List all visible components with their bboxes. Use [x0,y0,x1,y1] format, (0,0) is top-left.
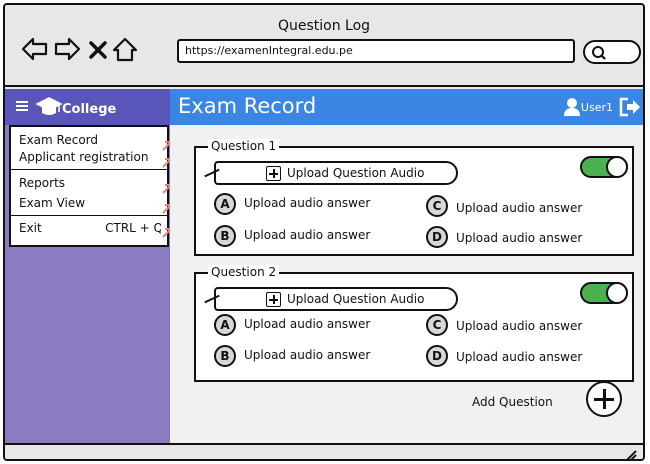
menu-item-exit-label: Exit [19,221,42,235]
answer-letter-badge: D [426,345,448,367]
menu-item-exam-view[interactable]: Exam View [19,196,161,210]
toggle-knob [606,156,628,178]
plus-icon [266,166,281,181]
menu-divider [11,169,167,170]
sidebar-header: College [5,89,170,125]
question-title: Question 2 [208,265,280,279]
logout-icon[interactable] [619,97,641,117]
question-card: Question 1 Upload Question Audio A Uploa… [194,139,634,256]
answer-letter-badge: B [214,225,236,247]
add-question-label: Add Question [472,395,553,409]
search-field[interactable] [583,40,641,64]
answer-label: Upload audio answer [456,350,583,364]
menu-divider [11,215,167,216]
upload-question-audio-button[interactable]: Upload Question Audio [214,161,458,185]
answer-label: Upload audio answer [244,228,371,242]
graduation-cap-icon [35,97,63,115]
navigation-menu: Exam Record Applicant registration Repor… [9,125,172,247]
answer-letter-badge: A [214,193,236,215]
window-title: Question Log [277,18,371,34]
browser-toolbar: Question Log https://examenIntegral.edu.… [5,5,643,87]
page-title: Exam Record [178,94,317,118]
address-bar[interactable]: https://examenIntegral.edu.pe [177,39,575,63]
add-question-button[interactable] [586,381,622,417]
answer-label: Upload audio answer [244,348,371,362]
question-enabled-toggle[interactable] [580,156,628,178]
answer-label: Upload audio answer [456,319,583,333]
forward-arrow-icon[interactable] [53,35,81,63]
answer-letter-badge: C [426,314,448,336]
answer-letter-badge: C [426,195,448,217]
menu-item-reports[interactable]: Reports [19,176,161,190]
answer-label: Upload audio answer [244,317,371,331]
upload-question-audio-button[interactable]: Upload Question Audio [214,287,458,311]
upload-answer-d-button[interactable]: D Upload audio answer [426,345,616,367]
upload-answer-b-button[interactable]: B Upload audio answer [214,345,404,367]
menu-item-applicant-registration[interactable]: Applicant registration [19,150,161,164]
upload-answer-d-button[interactable]: D Upload audio answer [426,226,616,248]
browser-window: Question Log https://examenIntegral.edu.… [3,3,645,461]
status-bar [5,443,643,461]
upload-answer-c-button[interactable]: C Upload audio answer [426,195,616,217]
menu-item-exam-record[interactable]: Exam Record [19,133,161,147]
answer-label: Upload audio answer [456,231,583,245]
upload-answer-a-button[interactable]: A Upload audio answer [214,314,404,336]
upload-question-audio-label: Upload Question Audio [287,292,425,306]
back-arrow-icon[interactable] [21,35,49,63]
exit-shortcut: CTRL + Q [105,221,161,235]
upload-answer-c-button[interactable]: C Upload audio answer [426,314,616,336]
menu-item-exit[interactable]: Exit CTRL + Q [19,221,161,235]
sidebar: College Exam Record Applicant registrati… [5,89,172,443]
user-icon [564,98,580,116]
home-icon[interactable] [111,35,139,63]
search-icon [592,46,606,60]
main-content: Question 1 Upload Question Audio A Uploa… [170,125,643,443]
answer-letter-badge: B [214,345,236,367]
answer-letter-badge: A [214,314,236,336]
upload-answer-b-button[interactable]: B Upload audio answer [214,225,404,247]
question-title: Question 1 [208,139,280,153]
answer-letter-badge: D [426,226,448,248]
toggle-knob [606,282,628,304]
page-header: Exam Record User1 [170,89,643,125]
hamburger-menu-icon[interactable] [15,99,29,113]
question-card: Question 2 Upload Question Audio A Uploa… [194,265,634,382]
plus-icon [266,292,281,307]
upload-question-audio-label: Upload Question Audio [287,166,425,180]
user-name: User1 [580,101,613,114]
upload-answer-a-button[interactable]: A Upload audio answer [214,193,404,215]
close-icon[interactable] [87,35,109,63]
brand-label: College [62,102,117,117]
user-menu[interactable]: User1 [551,97,641,119]
answer-label: Upload audio answer [456,201,583,215]
question-enabled-toggle[interactable] [580,282,628,304]
resize-grip-icon[interactable] [623,447,637,461]
answer-label: Upload audio answer [244,196,371,210]
